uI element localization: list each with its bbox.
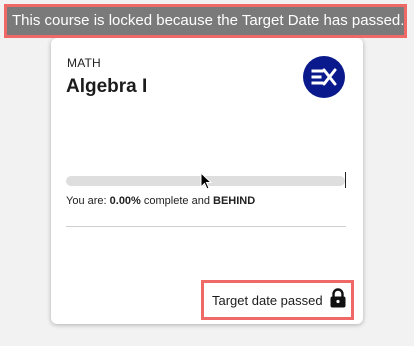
course-title: Algebra I bbox=[66, 76, 148, 97]
mouse-pointer-icon bbox=[200, 171, 213, 195]
progress-status: You are: 0.00% complete and BEHIND bbox=[66, 195, 255, 207]
status-middle: complete and bbox=[140, 195, 213, 207]
status-prefix: You are: bbox=[66, 195, 110, 207]
course-subject: MATH bbox=[67, 56, 101, 70]
card-divider bbox=[66, 226, 346, 227]
locked-course-tooltip: This course is locked because the Target… bbox=[4, 4, 407, 38]
lock-icon bbox=[329, 287, 347, 313]
target-marker bbox=[345, 172, 346, 188]
target-date-passed-badge[interactable]: Target date passed bbox=[201, 280, 354, 320]
target-date-passed-label: Target date passed bbox=[212, 292, 323, 308]
ex-logo-icon bbox=[303, 56, 345, 98]
pace-status: BEHIND bbox=[213, 195, 256, 207]
percent-complete: 0.00% bbox=[109, 195, 141, 207]
